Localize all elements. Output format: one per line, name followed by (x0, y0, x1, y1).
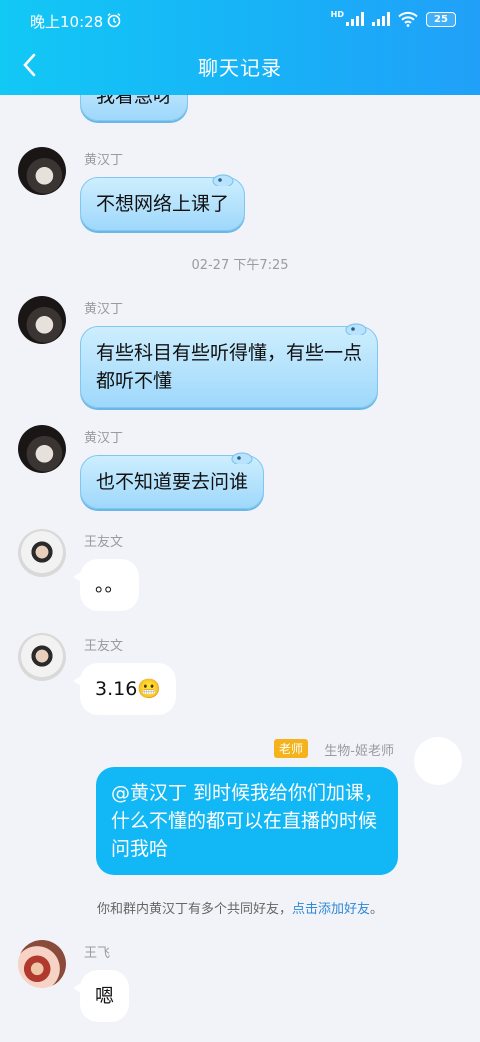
bubble-ear-icon (231, 452, 253, 464)
message-text: 也不知道要去问谁 (96, 471, 249, 493)
message-text: 嗯 (95, 985, 115, 1007)
message-bubble[interactable]: 嗯 (73, 970, 130, 1022)
avatar[interactable] (18, 296, 66, 344)
role-badge: 老师 (273, 739, 308, 758)
sender-name: 黄汉丁 (84, 431, 124, 446)
sender-name: 黄汉丁 (84, 302, 124, 317)
status-icons: HD 25 (330, 9, 456, 27)
message-line: 什么不懂的都可以在直播的时候 (110, 810, 377, 832)
message-text: 我看急呀 (96, 95, 173, 107)
message-bubble[interactable]: 也不知道要去问谁 (80, 452, 265, 509)
signal-icon-2 (372, 12, 390, 26)
add-friend-link[interactable]: 点击添加好友 (292, 902, 370, 917)
sender-name: 生物-姬老师 (324, 744, 394, 759)
battery-icon: 25 (426, 11, 456, 27)
avatar[interactable] (18, 633, 66, 681)
bubble-tail (73, 571, 83, 583)
bubble-ear-icon (212, 174, 234, 186)
message-text: 。。 (95, 574, 124, 596)
wifi-icon (398, 11, 418, 27)
message-bubble[interactable]: 3.16😬 (73, 663, 176, 715)
bubble-tail (73, 675, 83, 687)
message-line: @黄汉丁 到时候我给你们加课， (110, 782, 383, 804)
status-bar: 晚上10:28 HD 25 (0, 0, 480, 40)
message-bubble[interactable]: 。。 (73, 559, 139, 611)
message-bubble[interactable]: 我看急呀 (80, 95, 189, 121)
notice-text: 你和群内黄汉丁有多个共同好友， (96, 902, 292, 917)
notice-end: 。 (370, 902, 384, 917)
friend-notice: 你和群内黄汉丁有多个共同好友，点击添加好友。 (0, 898, 480, 917)
status-time: 晚上10:28 (30, 13, 104, 31)
timestamp: 02-27 下午7:25 (191, 258, 289, 273)
network-label: HD (330, 9, 344, 19)
avatar[interactable] (414, 737, 462, 785)
page-title: 聊天记录 (198, 56, 282, 80)
message-bubble[interactable]: 有些科目有些听得懂，有些一点 都听不懂 (80, 323, 379, 408)
message-bubble[interactable]: 不想网络上课了 (80, 174, 246, 231)
avatar[interactable] (18, 940, 66, 988)
avatar[interactable] (18, 147, 66, 195)
sender-name: 王友文 (84, 639, 124, 654)
message-text: 3.16😬 (95, 678, 161, 700)
chat-history[interactable]: 我看急呀 黄汉丁 不想网络上课了 02-27 下午7:25 黄汉丁 有些科目有些… (0, 95, 480, 1042)
bubble-tail (73, 982, 83, 994)
message-line: 问我哈 (110, 838, 168, 860)
sender-name: 王飞 (84, 946, 111, 961)
sender-name: 王友文 (84, 535, 124, 550)
bubble-ear-icon (345, 323, 367, 335)
avatar[interactable] (18, 529, 66, 577)
top-bar: 晚上10:28 HD 25 聊天记录 (0, 0, 480, 95)
alarm-icon (107, 13, 121, 28)
message-line: 都听不懂 (96, 370, 173, 392)
signal-icon (346, 12, 364, 26)
sender-name: 黄汉丁 (84, 153, 124, 168)
message-line: 有些科目有些听得懂，有些一点 (96, 342, 363, 364)
avatar[interactable] (18, 425, 66, 473)
message-bubble[interactable]: @黄汉丁 到时候我给你们加课， 什么不懂的都可以在直播的时候 问我哈 (95, 767, 398, 875)
message-text: 不想网络上课了 (96, 193, 230, 215)
